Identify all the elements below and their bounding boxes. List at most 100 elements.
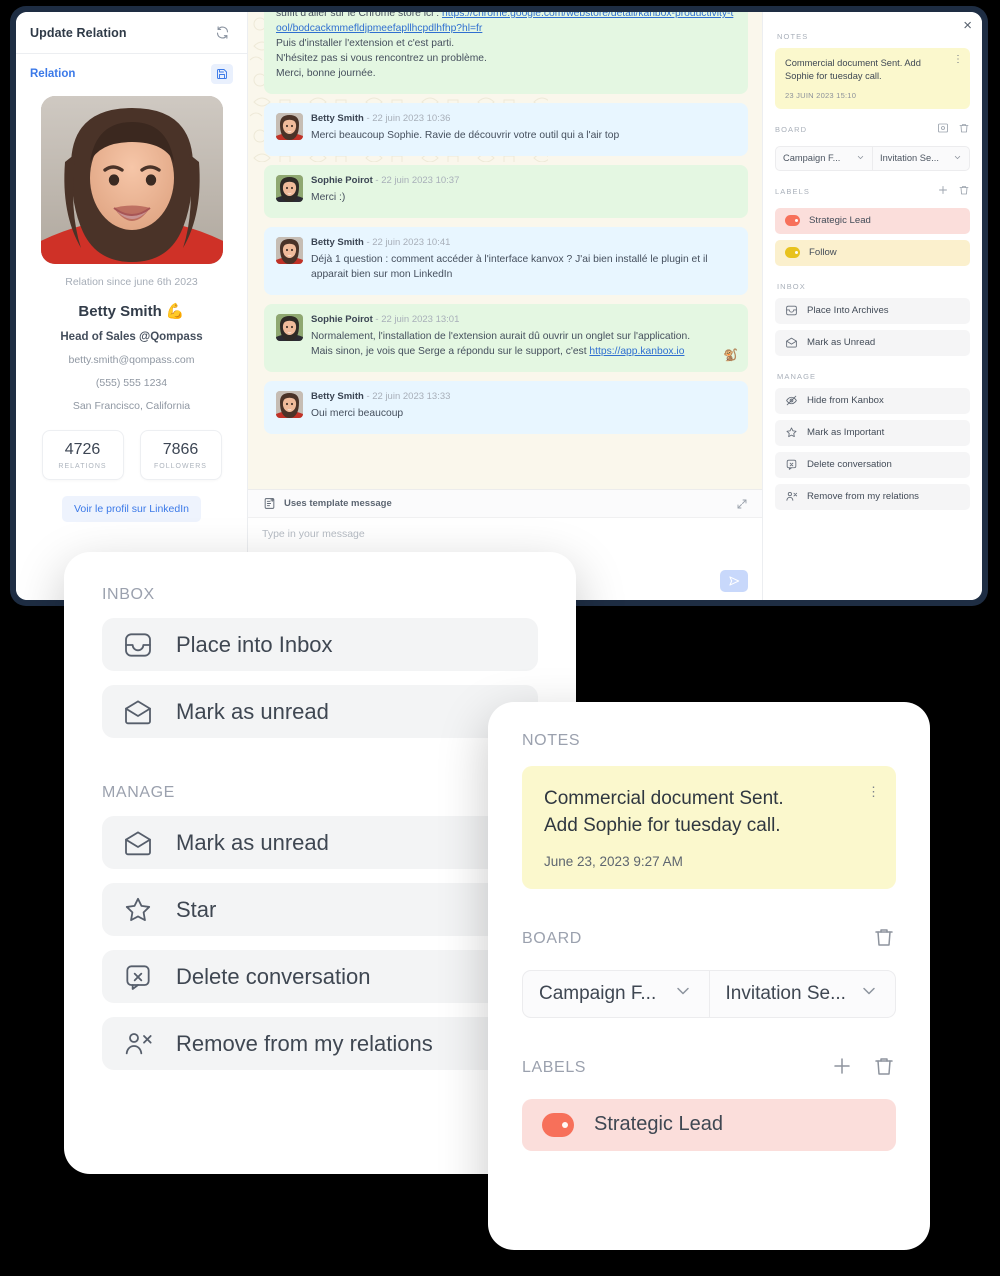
relation-stats: 4726 RELATIONS 7866 FOLLOWERS bbox=[16, 430, 247, 480]
message-line: N'hésitez pas si vous rencontrez un prob… bbox=[276, 52, 487, 64]
manage-action-mark-as-important[interactable]: Mark as Important bbox=[775, 419, 970, 446]
avatar-image bbox=[276, 112, 303, 140]
message-time: - 22 juin 2023 10:37 bbox=[375, 174, 460, 186]
avatar bbox=[276, 174, 303, 202]
envelope-open-icon bbox=[122, 696, 154, 728]
relation-role: Head of Sales @Qompass bbox=[60, 331, 203, 343]
overlay-board-selects: Campaign F... Invitation Se... bbox=[522, 969, 896, 1018]
close-icon[interactable]: × bbox=[963, 18, 972, 33]
star-icon bbox=[122, 894, 154, 926]
action-label: Place Into Archives bbox=[807, 305, 889, 317]
label-chip[interactable]: Follow bbox=[775, 239, 970, 266]
delete-chat-icon bbox=[122, 961, 154, 993]
save-icon[interactable] bbox=[211, 64, 233, 84]
overlay-manage-action-star[interactable]: Star bbox=[102, 883, 538, 936]
overlay-manage-action-remove-from-my-relations[interactable]: Remove from my relations bbox=[102, 1017, 538, 1070]
star-icon bbox=[785, 426, 798, 439]
trash-icon[interactable] bbox=[872, 925, 896, 954]
manage-action-hide-from-kanbox[interactable]: Hide from Kanbox bbox=[775, 387, 970, 414]
trash-icon[interactable] bbox=[958, 183, 970, 201]
label-name: Strategic Lead bbox=[809, 215, 871, 227]
refresh-icon[interactable] bbox=[211, 22, 233, 44]
action-label: Mark as unread bbox=[176, 829, 329, 855]
message-line: Merci, bonne journée. bbox=[276, 67, 376, 79]
action-label: Delete conversation bbox=[807, 459, 892, 471]
app-window-frame: Update Relation Relation Relation since … bbox=[10, 6, 988, 606]
board-select-stage[interactable]: Invitation Se... bbox=[872, 145, 970, 171]
labels-section-header: LABELS bbox=[775, 183, 970, 201]
plus-icon[interactable] bbox=[937, 183, 949, 201]
more-vertical-icon[interactable]: ⋮ bbox=[953, 55, 963, 65]
overlay-manage-action-delete-conversation[interactable]: Delete conversation bbox=[102, 950, 538, 1003]
chevron-down-icon bbox=[859, 981, 879, 1007]
message-time: - 22 juin 2023 13:01 bbox=[375, 313, 460, 325]
more-vertical-icon[interactable]: ⋮ bbox=[867, 785, 880, 798]
view-linkedin-profile-button[interactable]: Voir le profil sur LinkedIn bbox=[62, 496, 201, 522]
note-text: Commercial document Sent. Add Sophie for… bbox=[785, 58, 921, 82]
message-time: - 22 juin 2023 10:41 bbox=[366, 236, 451, 248]
eye-off-icon bbox=[785, 394, 798, 407]
message-bubble: jean m'a dit que vous étiez partante pou… bbox=[264, 12, 748, 94]
message-line: Merci :) bbox=[311, 191, 346, 203]
avatar-image bbox=[40, 96, 223, 264]
relation-section-title: Relation bbox=[30, 68, 76, 80]
overlay-inbox-label: INBOX bbox=[102, 586, 155, 603]
overlay-inbox-action-place-into-inbox[interactable]: Place into Inbox bbox=[102, 618, 538, 671]
board-select-stage-value: Invitation Se... bbox=[880, 153, 939, 164]
label-name: Strategic Lead bbox=[594, 1113, 723, 1136]
use-template-message-row[interactable]: Uses template message bbox=[248, 490, 762, 518]
inbox-action-mark-as-unread[interactable]: Mark as Unread bbox=[775, 329, 970, 356]
user-remove-icon bbox=[785, 490, 798, 503]
avatar bbox=[40, 96, 223, 264]
action-label: Mark as Important bbox=[807, 427, 885, 439]
manage-action-delete-conversation[interactable]: Delete conversation bbox=[775, 451, 970, 478]
inbox-action-place-into-archives[interactable]: Place Into Archives bbox=[775, 297, 970, 324]
message-bubble: Sophie Poirot - 22 juin 2023 10:37 Merci … bbox=[264, 164, 748, 218]
manage-action-remove-from-my-relations[interactable]: Remove from my relations bbox=[775, 483, 970, 510]
avatar-image bbox=[276, 313, 303, 341]
stat-followers: 7866 FOLLOWERS bbox=[139, 430, 222, 480]
notes-section-label: NOTES bbox=[777, 32, 809, 41]
archive-icon bbox=[785, 304, 798, 317]
stat-relations-label: RELATIONS bbox=[58, 462, 107, 470]
board-select-campaign[interactable]: Campaign F... bbox=[775, 145, 872, 171]
message-link[interactable]: https://chrome.google.com/webstore/detai… bbox=[276, 12, 733, 34]
relation-panel: Update Relation Relation Relation since … bbox=[16, 12, 248, 600]
overlay-board-select-campaign[interactable]: Campaign F... bbox=[522, 969, 709, 1018]
avatar bbox=[276, 391, 303, 419]
action-label: Mark as Unread bbox=[807, 337, 876, 349]
conversation-panel: jean m'a dit que vous étiez partante pou… bbox=[248, 12, 762, 600]
app-window: Update Relation Relation Relation since … bbox=[16, 12, 982, 600]
overlay-inbox-action-mark-as-unread[interactable]: Mark as unread bbox=[102, 685, 538, 738]
message-line: apparait bien sur mon LinkedIn bbox=[311, 269, 453, 281]
send-button[interactable] bbox=[720, 570, 748, 592]
message-line: Oui merci beaucoup bbox=[311, 408, 404, 420]
label-name: Follow bbox=[809, 247, 837, 259]
screenshot-root: Update Relation Relation Relation since … bbox=[0, 0, 1000, 1276]
note-card[interactable]: ⋮ Commercial document Sent. Add Sophie f… bbox=[775, 48, 970, 109]
expand-icon[interactable] bbox=[736, 498, 748, 510]
trash-icon[interactable] bbox=[872, 1054, 896, 1083]
message-list[interactable]: jean m'a dit que vous étiez partante pou… bbox=[248, 12, 762, 489]
message-time: - 22 juin 2023 10:36 bbox=[366, 112, 451, 124]
avatar-image bbox=[276, 391, 303, 419]
trash-icon[interactable] bbox=[958, 121, 970, 139]
board-edit-icon[interactable] bbox=[937, 121, 949, 139]
message-link[interactable]: https://app.kanbox.io bbox=[589, 346, 684, 357]
relation-location: San Francisco, California bbox=[72, 400, 191, 412]
overlay-manage-action-mark-as-unread[interactable]: Mark as unread bbox=[102, 816, 538, 869]
overlay-board-select-stage-value: Invitation Se... bbox=[725, 982, 846, 1004]
label-chip[interactable]: Strategic Lead bbox=[775, 207, 970, 234]
note-date: 23 JUIN 2023 15:10 bbox=[785, 90, 857, 100]
plus-icon[interactable] bbox=[830, 1054, 854, 1083]
overlay-board-select-stage[interactable]: Invitation Se... bbox=[708, 969, 896, 1018]
overlay-note-card[interactable]: ⋮ Commercial document Sent. Add Sophie f… bbox=[522, 766, 896, 889]
overlay-notes-card: NOTES ⋮ Commercial document Sent. Add So… bbox=[488, 702, 930, 1250]
message-sender: Betty Smith bbox=[311, 112, 364, 124]
board-selects: Campaign F... Invitation Se... bbox=[775, 145, 970, 171]
overlay-label-chip[interactable]: Strategic Lead bbox=[522, 1098, 896, 1151]
board-section-header: BOARD bbox=[775, 121, 970, 139]
manage-section-label: MANAGE bbox=[777, 371, 817, 381]
avatar bbox=[276, 236, 303, 264]
overlay-labels-label: LABELS bbox=[522, 1059, 587, 1077]
